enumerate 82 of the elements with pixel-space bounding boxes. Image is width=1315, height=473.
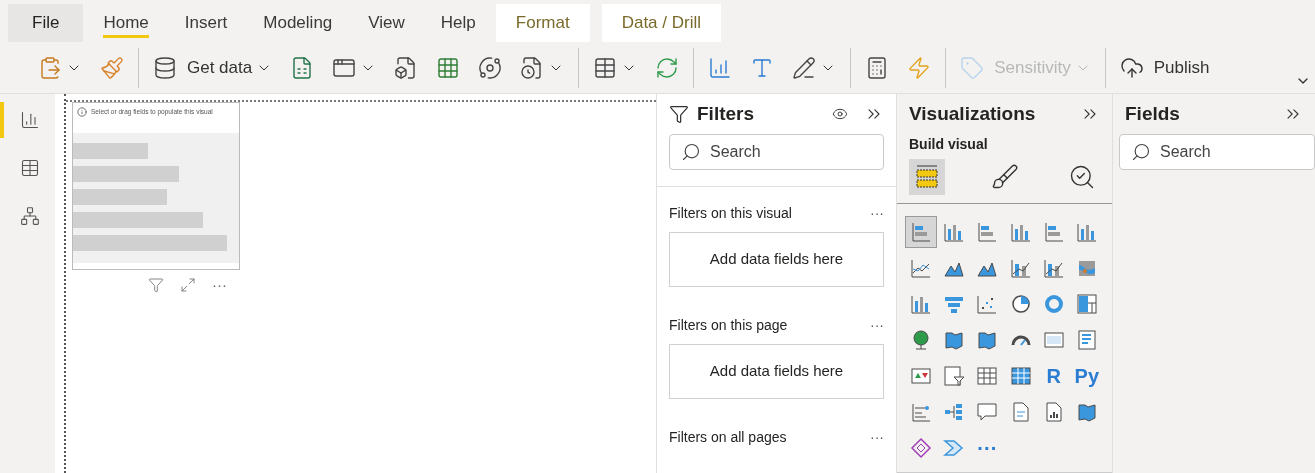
card-icon — [1042, 329, 1065, 351]
bar-chart-icon — [976, 221, 999, 243]
ribbon-tab[interactable]: View — [352, 4, 421, 42]
list-card-icon — [1075, 329, 1098, 351]
bar-chart-icon — [910, 221, 932, 243]
orbit-icon — [478, 55, 503, 80]
tag-icon — [960, 55, 985, 80]
pie-chart-icon — [1009, 293, 1032, 315]
search-field[interactable]: Search — [669, 134, 884, 170]
ribbon-tab[interactable]: Insert — [168, 4, 244, 42]
lightning-icon — [907, 55, 932, 80]
table-icon — [593, 55, 618, 80]
grid-icon — [436, 55, 461, 80]
search-icon — [1131, 142, 1151, 162]
matrix-icon — [1009, 365, 1032, 387]
section-label: Filters on all pages — [669, 428, 787, 447]
ribbon-tab[interactable]: Data / Drill — [601, 4, 721, 42]
combo-chart-icon — [1042, 257, 1065, 279]
pane-title: Visualizations — [909, 101, 1037, 126]
drop-zone[interactable]: Add data fields here — [669, 232, 884, 287]
search-icon — [681, 142, 701, 162]
database-icon — [153, 55, 177, 80]
scatter-chart-icon — [976, 293, 999, 315]
slicer-icon — [943, 365, 966, 387]
combo-chart-icon — [1009, 257, 1032, 279]
pane-title: Filters — [697, 101, 756, 126]
focus-mode-icon[interactable] — [180, 277, 196, 294]
globe-icon — [910, 329, 932, 351]
chevron-icon — [943, 437, 966, 459]
visual-type-button[interactable]: ··· — [971, 432, 1004, 464]
column-chart-icon — [1075, 221, 1098, 243]
column-chart-icon — [910, 293, 932, 315]
ribbon-tab[interactable]: Home — [87, 4, 165, 42]
pane-title: Fields — [1125, 101, 1181, 126]
ribbon-tab[interactable]: Modeling — [247, 4, 349, 42]
donut-chart-icon — [1042, 293, 1065, 315]
section-label: Filters on this page — [669, 316, 788, 335]
selected-tab-underline — [103, 35, 149, 38]
map-icon — [976, 329, 999, 351]
map-icon — [1075, 401, 1098, 423]
more-options[interactable]: ··· — [212, 274, 227, 297]
refresh-icon — [655, 55, 680, 80]
analytics-icon — [1068, 163, 1096, 191]
ribbon-tab[interactable]: File — [8, 4, 84, 42]
line-chart-icon — [910, 257, 932, 279]
section-label: Filters on this visual — [669, 204, 792, 223]
treemap-icon — [1075, 293, 1098, 315]
kpi-icon — [910, 365, 932, 387]
info-icon — [77, 107, 87, 117]
column-chart-icon — [1009, 221, 1032, 243]
visual-type-button[interactable]: R — [1037, 360, 1070, 392]
paintbrush-icon — [100, 55, 124, 80]
filter-icon — [669, 104, 689, 124]
model-view-icon — [19, 206, 40, 226]
clipboard-icon — [38, 55, 62, 80]
fields-icon — [913, 163, 941, 191]
map-icon — [943, 329, 966, 351]
report-view-icon — [19, 110, 40, 130]
ribbon-button[interactable]: Publish — [1113, 49, 1216, 86]
eye-icon[interactable] — [832, 106, 848, 122]
ribbon-tab[interactable]: Help — [424, 4, 492, 42]
visual-type-button[interactable]: Py — [1070, 360, 1103, 392]
diamond-icon — [910, 437, 932, 459]
more-options[interactable]: ··· — [870, 315, 884, 336]
bar-chart-icon — [1042, 221, 1065, 243]
column-chart-icon — [943, 221, 966, 243]
table-view-icon — [19, 158, 40, 178]
search-field[interactable]: Search — [1119, 134, 1315, 170]
pencil-icon — [792, 55, 817, 80]
more-options[interactable]: ··· — [870, 427, 884, 448]
section-label: Build visual — [908, 135, 989, 154]
ribbon-button[interactable]: Get data — [147, 49, 279, 86]
upload-icon — [1119, 55, 1144, 80]
drop-zone[interactable]: Add data fields here — [669, 344, 884, 399]
chart-icon — [910, 401, 932, 423]
more-options[interactable]: ··· — [870, 203, 884, 224]
format-brush-icon — [990, 163, 1019, 191]
filter-icon[interactable] — [148, 277, 164, 294]
chat-bubble-icon — [976, 401, 999, 423]
table-icon — [976, 365, 999, 387]
bar-chart-icon — [708, 55, 733, 80]
ribbon-tab[interactable]: Format — [495, 4, 590, 42]
